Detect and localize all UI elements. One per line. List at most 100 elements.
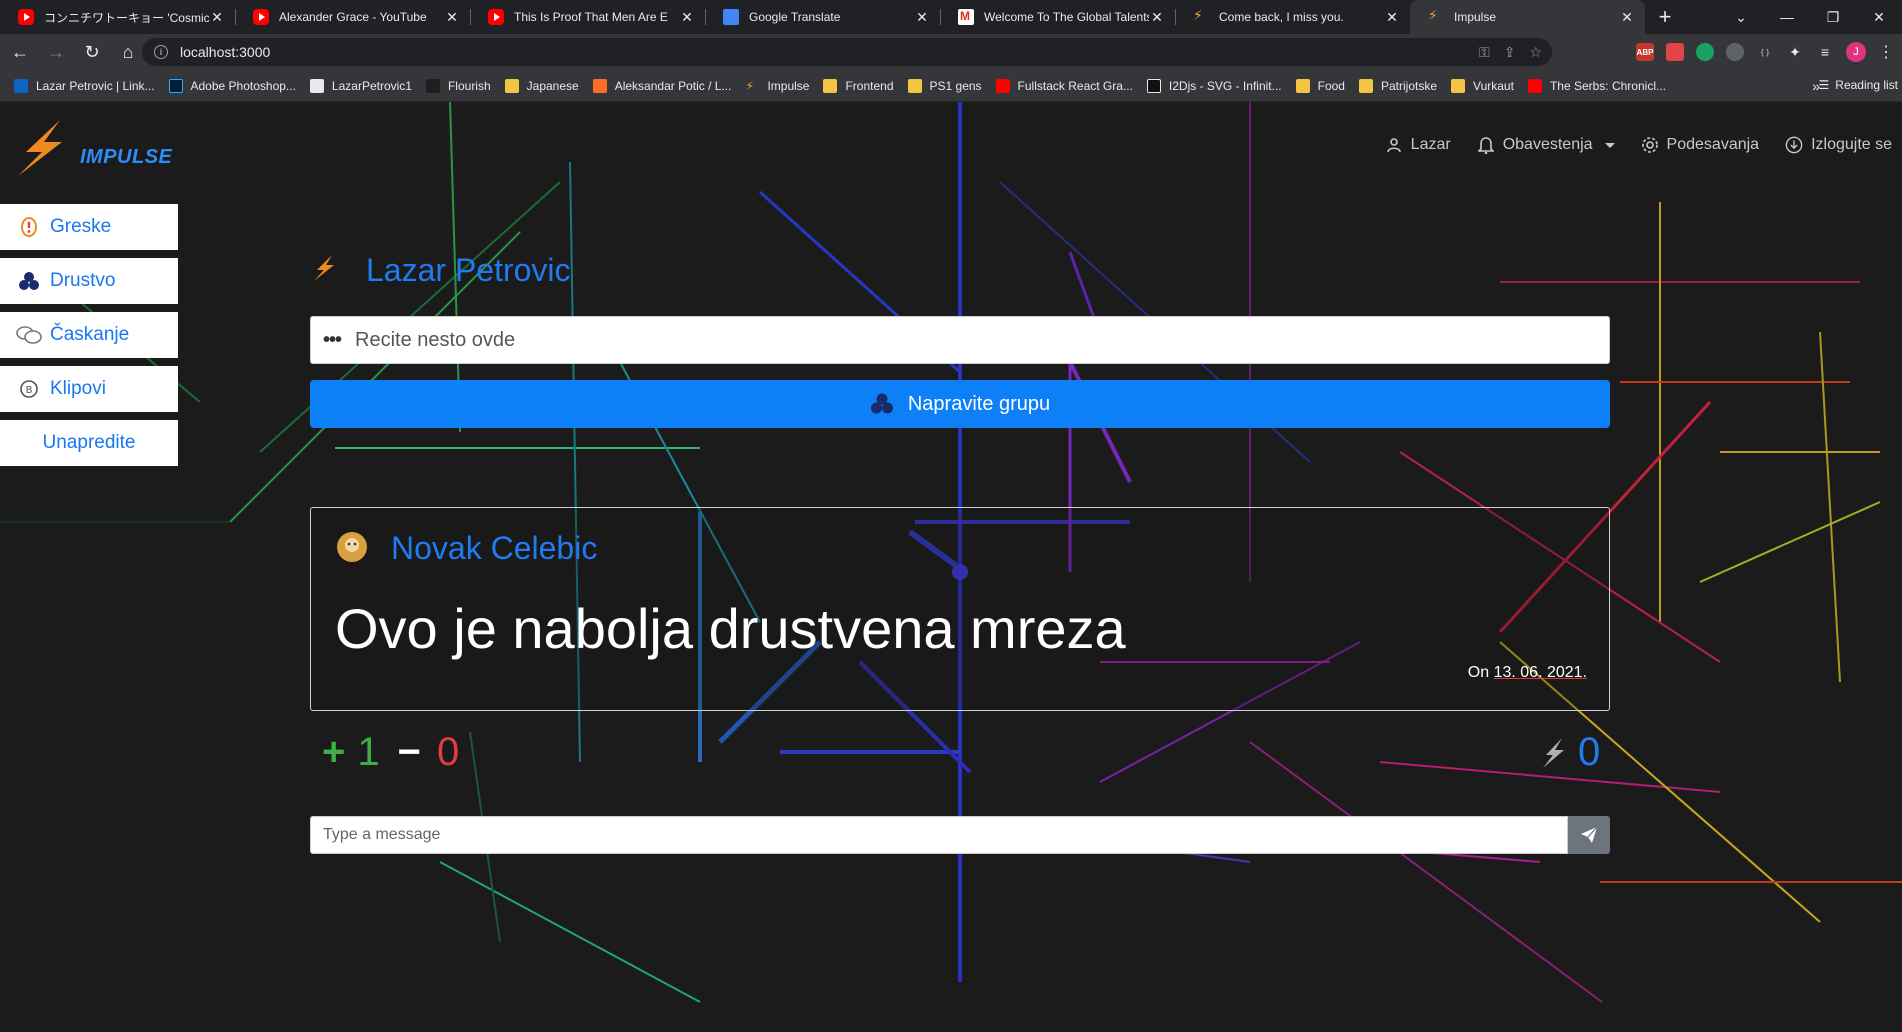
nav-user[interactable]: Lazar	[1385, 136, 1451, 154]
close-tab-icon[interactable]: ✕	[444, 9, 460, 26]
post-text: Ovo je nabolja drustvena mreza	[335, 597, 1126, 660]
sidebar-item-greske[interactable]: Greske	[0, 204, 178, 250]
browser-tab[interactable]: Alexander Grace - YouTube ✕	[235, 0, 470, 34]
post-date-value: 13. 06. 2021.	[1493, 664, 1587, 681]
message-input[interactable]	[310, 816, 1568, 854]
bookmark-folder[interactable]: Patrijotske	[1358, 78, 1437, 93]
folder-icon	[1451, 78, 1466, 93]
bookmark[interactable]: ⚡ Impulse	[745, 79, 809, 93]
nav-notifications[interactable]: Obavestenja	[1477, 136, 1615, 154]
forward-icon[interactable]: →	[40, 36, 72, 68]
author-avatar[interactable]	[335, 530, 369, 569]
close-tab-icon[interactable]: ✕	[679, 9, 695, 26]
post-input-field[interactable]: •••	[310, 316, 1610, 364]
youtube-icon	[488, 9, 504, 25]
downvote-button[interactable]: −	[398, 730, 421, 775]
folder-icon	[907, 78, 922, 93]
home-icon[interactable]: ⌂	[112, 36, 144, 68]
profile-name[interactable]: Lazar Petrovic	[366, 252, 571, 289]
folder-icon	[823, 78, 838, 93]
ellipsis-icon: •••	[323, 328, 342, 351]
sidebar-item-unapredite[interactable]: Unapredite	[0, 420, 178, 466]
tab-title: Alexander Grace - YouTube	[279, 10, 427, 24]
upvote-button[interactable]: +	[322, 730, 345, 775]
post-input[interactable]	[355, 328, 1556, 352]
site-info-icon[interactable]: i	[154, 45, 168, 59]
bookmark[interactable]: Flourish	[425, 78, 491, 93]
close-window-icon[interactable]: ✕	[1856, 0, 1902, 34]
browser-tab[interactable]: Google Translate ✕	[705, 0, 940, 34]
bookmark-folder[interactable]: Japanese	[504, 78, 579, 93]
media-control-icon[interactable]: ≡	[1816, 43, 1834, 61]
share-icon[interactable]: ⇪	[1504, 44, 1516, 61]
sidebar-item-label: Klipovi	[50, 378, 106, 399]
browser-tab[interactable]: コンニチワトーキョー 'Cosmic Girl' Of✕	[0, 0, 235, 34]
extension-icon[interactable]	[1696, 43, 1714, 61]
close-tab-icon[interactable]: ✕	[209, 9, 225, 26]
chat-icon	[16, 325, 42, 345]
impulse-count: 0	[1578, 730, 1601, 774]
bookmark[interactable]: Lazar Petrovic | Link...	[14, 78, 155, 93]
bookmarks-bar: Lazar Petrovic | Link... Adobe Photoshop…	[0, 70, 1902, 102]
bookmark-folder[interactable]: Vurkaut	[1451, 78, 1514, 93]
bookmark[interactable]: LazarPetrovic1	[309, 78, 412, 93]
bookmark-label: LazarPetrovic1	[331, 78, 412, 93]
nav-logout[interactable]: Izlogujte se	[1785, 136, 1892, 154]
post-author[interactable]: Novak Celebic	[391, 530, 597, 567]
folder-icon	[504, 78, 519, 93]
minimize-icon[interactable]: —	[1764, 0, 1810, 34]
bug-icon	[16, 216, 42, 238]
send-button[interactable]	[1568, 816, 1610, 854]
bookmark[interactable]: The Serbs: Chronicl...	[1527, 78, 1666, 93]
lightning-bolt-icon	[312, 254, 338, 287]
puzzle-icon[interactable]: ✦	[1786, 43, 1804, 61]
bookmark-folder[interactable]: Food	[1295, 78, 1345, 93]
restore-icon[interactable]: ❐	[1810, 0, 1856, 34]
impulse-bolt-icon[interactable]	[1540, 737, 1568, 769]
browser-tab-strip: コンニチワトーキョー 'Cosmic Girl' Of✕ Alexander G…	[0, 0, 1902, 34]
bookmark-folder[interactable]: PS1 gens	[907, 78, 982, 93]
profile-avatar[interactable]: J	[1846, 42, 1866, 62]
create-group-button[interactable]: Napravite grupu	[310, 380, 1610, 428]
browser-tab-active[interactable]: Impulse ✕	[1410, 0, 1645, 34]
impulse-logo[interactable]: IMPULSE	[14, 118, 184, 178]
new-tab-button[interactable]: +	[1645, 0, 1685, 34]
menu-icon[interactable]: ⋮	[1878, 42, 1894, 62]
browser-tab[interactable]: Come back, I miss you. ✕	[1175, 0, 1410, 34]
impulse-icon	[1428, 7, 1444, 25]
bookmark-star-icon[interactable]: ☆	[1529, 44, 1542, 61]
bookmark-folder[interactable]: Frontend	[823, 78, 894, 93]
tab-title: This Is Proof That Men Are E	[514, 10, 668, 24]
extensions-area: ABP { } ✦ ≡ J ⋮	[1636, 38, 1894, 66]
bookmark[interactable]: Fullstack React Gra...	[995, 78, 1133, 93]
back-icon[interactable]: ←	[4, 36, 36, 68]
bookmark[interactable]: Aleksandar Potic / L...	[592, 78, 731, 93]
bell-icon	[1477, 136, 1495, 154]
tab-search-icon[interactable]: ⌄	[1718, 0, 1764, 34]
bookmark-label: Flourish	[447, 78, 491, 93]
photoshop-icon	[168, 78, 183, 93]
reload-icon[interactable]: ↻	[76, 36, 108, 68]
sidebar-item-klipovi[interactable]: B Klipovi	[0, 366, 178, 412]
nav-settings[interactable]: Podesavanja	[1641, 136, 1759, 154]
reading-list-button[interactable]: ☰ Reading list	[1819, 78, 1898, 92]
browser-tab[interactable]: This Is Proof That Men Are E ✕	[470, 0, 705, 34]
browser-tab[interactable]: Welcome To The Global Talents✕	[940, 0, 1175, 34]
impulse-icon	[1193, 7, 1209, 25]
sidebar-item-drustvo[interactable]: Drustvo	[0, 258, 178, 304]
tab-title: Come back, I miss you.	[1219, 10, 1344, 24]
close-tab-icon[interactable]: ✕	[1149, 9, 1165, 26]
close-tab-icon[interactable]: ✕	[914, 9, 930, 26]
close-tab-icon[interactable]: ✕	[1384, 9, 1400, 26]
close-tab-icon[interactable]: ✕	[1619, 9, 1635, 26]
extension-icon[interactable]: { }	[1756, 43, 1774, 61]
extension-icon[interactable]	[1666, 43, 1684, 61]
address-bar[interactable]: i localhost:3000 ⚿ ⇪ ☆	[142, 38, 1552, 66]
sidebar-item-caskanje[interactable]: Časkanje	[0, 312, 178, 358]
bookmark-label: Japanese	[526, 78, 579, 93]
bookmark[interactable]: Adobe Photoshop...	[168, 78, 296, 93]
bookmark[interactable]: I2Djs - SVG - Infinit...	[1146, 78, 1282, 93]
adblock-plus-icon[interactable]: ABP	[1636, 43, 1654, 61]
extension-icon[interactable]	[1726, 43, 1744, 61]
key-icon[interactable]: ⚿	[1479, 44, 1490, 61]
